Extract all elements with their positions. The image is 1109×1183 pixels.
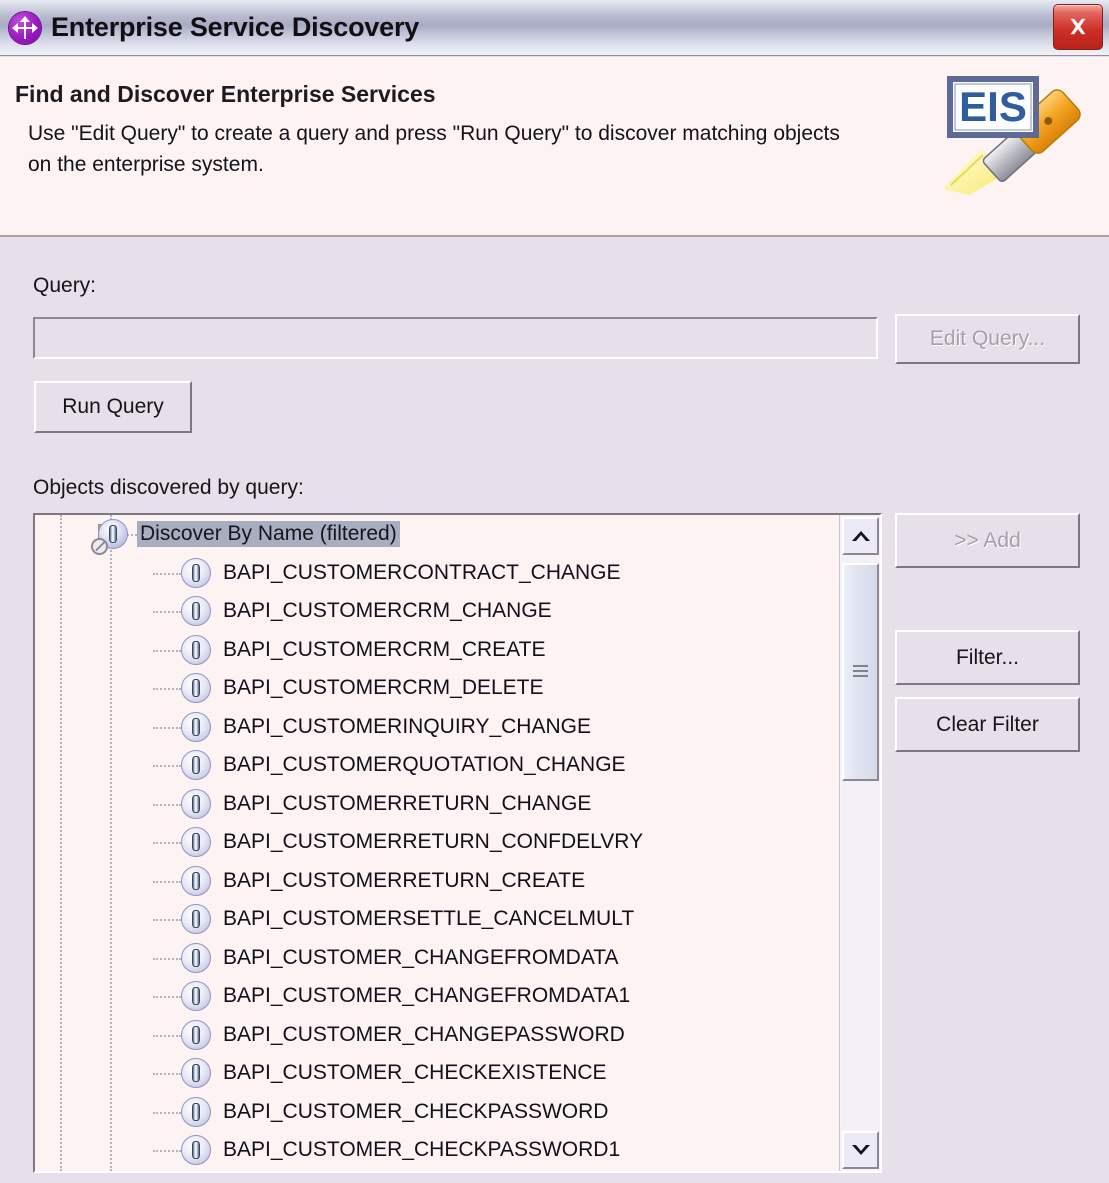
clear-filter-button[interactable]: Clear Filter — [895, 697, 1080, 752]
tree-item[interactable]: BAPI_CUSTOMERINQUIRY_CHANGE — [35, 708, 843, 747]
tree-connector — [153, 842, 181, 844]
tree-root-label: Discover By Name (filtered) — [137, 521, 400, 548]
query-label: Query: — [33, 274, 97, 297]
run-query-button[interactable]: Run Query — [34, 381, 192, 433]
tree-children: BAPI_CUSTOMERCONTRACT_CHANGE BAPI_CUSTOME… — [35, 554, 843, 1170]
service-object-icon — [181, 634, 211, 665]
tree-item-label: BAPI_CUSTOMERRETURN_CHANGE — [223, 791, 592, 815]
tree-connector — [153, 765, 181, 767]
scroll-down-button[interactable] — [842, 1131, 879, 1169]
header-title: Find and Discover Enterprise Services — [15, 81, 436, 107]
tree-item[interactable]: BAPI_CUSTOMER_CHECKPASSWORD — [35, 1093, 843, 1132]
tree-item-label: BAPI_CUSTOMERRETURN_CONFDELVRY — [223, 830, 644, 854]
service-object-icon — [181, 711, 211, 742]
tree-connector — [153, 1073, 181, 1075]
tree-item-label: BAPI_CUSTOMER_CHANGEFROMDATA — [223, 945, 619, 969]
edit-query-button[interactable]: Edit Query... — [895, 314, 1080, 364]
tree-connector — [153, 1111, 181, 1114]
tree-item-label: BAPI_CUSTOMER_CHECKPASSWORD1 — [223, 1138, 621, 1162]
query-input[interactable] — [33, 317, 878, 359]
close-button[interactable] — [1053, 4, 1103, 50]
tree-item[interactable]: BAPI_CUSTOMERCRM_CHANGE — [35, 592, 843, 631]
service-object-icon — [181, 750, 211, 781]
service-object-icon — [181, 673, 211, 704]
tree-connector — [153, 726, 181, 729]
tree-item-label: BAPI_CUSTOMERINQUIRY_CHANGE — [223, 714, 591, 738]
tree-connector — [153, 611, 181, 613]
tree-item[interactable]: BAPI_CUSTOMER_CHANGEFROMDATA — [35, 939, 843, 978]
chevron-down-icon — [851, 1145, 870, 1155]
tree-item-label: BAPI_CUSTOMERCONTRACT_CHANGE — [223, 560, 621, 584]
tree-connector — [153, 957, 181, 960]
tree-item-label: BAPI_CUSTOMERCRM_CHANGE — [223, 599, 552, 623]
tree-item[interactable]: BAPI_CUSTOMER_CHANGEPASSWORD — [35, 1016, 843, 1055]
tree-item-label: BAPI_CUSTOMER_CHANGEFROMDATA1 — [223, 984, 631, 1008]
service-object-icon — [181, 942, 211, 973]
tree-item[interactable]: BAPI_CUSTOMER_CHECKEXISTENCE — [35, 1054, 843, 1093]
tree-connector — [153, 919, 181, 921]
tree-item[interactable]: BAPI_CUSTOMERQUOTATION_CHANGE — [35, 746, 843, 785]
service-object-filtered-icon — [91, 519, 128, 556]
tree-connector — [153, 880, 181, 883]
window-titlebar: Enterprise Service Discovery — [0, 0, 1109, 56]
tree-item[interactable]: BAPI_CUSTOMERCRM_DELETE — [35, 669, 843, 708]
scroll-up-button[interactable] — [842, 517, 879, 555]
tree-connector — [153, 572, 181, 575]
discovery-node-icon — [9, 11, 41, 44]
tree-item[interactable]: BAPI_CUSTOMERSETTLE_CANCELMULT — [35, 900, 843, 939]
tree-item[interactable]: BAPI_CUSTOMER_CHANGEFROMDATA1 — [35, 977, 843, 1016]
service-object-icon — [181, 1135, 211, 1166]
tree-item[interactable]: BAPI_CUSTOMERRETURN_CONFDELVRY — [35, 823, 843, 862]
filter-button[interactable]: Filter... — [895, 630, 1080, 685]
close-icon — [1070, 18, 1086, 35]
service-object-icon — [181, 557, 211, 588]
tree-connector — [153, 1150, 181, 1152]
service-object-icon — [181, 1019, 211, 1050]
tree-root-node[interactable]: Discover By Name (filtered) — [35, 515, 843, 556]
tree-item-label: BAPI_CUSTOMERCRM_CREATE — [223, 637, 546, 661]
tree-connector — [153, 1034, 181, 1037]
service-object-icon — [181, 827, 211, 858]
dialog-header: Find and Discover Enterprise Services Us… — [0, 57, 1109, 237]
tree-item[interactable]: BAPI_CUSTOMERRETURN_CREATE — [35, 862, 843, 901]
tree-connector — [153, 996, 181, 998]
service-object-icon — [181, 1058, 211, 1089]
tree-item-label: BAPI_CUSTOMERRETURN_CREATE — [223, 868, 586, 892]
discovered-objects-tree[interactable]: Discover By Name (filtered) BAPI_CUSTOME… — [33, 513, 882, 1173]
service-object-icon — [181, 1096, 211, 1127]
tree-item-label: BAPI_CUSTOMERQUOTATION_CHANGE — [223, 753, 626, 777]
header-description: Use "Edit Query" to create a query and p… — [28, 122, 840, 176]
service-object-icon — [181, 788, 211, 819]
service-object-icon — [181, 981, 211, 1012]
tree-connector — [153, 803, 181, 806]
tree-item[interactable]: BAPI_CUSTOMERCONTRACT_CHANGE — [35, 554, 843, 593]
tree-item-label: BAPI_CUSTOMERSETTLE_CANCELMULT — [223, 907, 635, 931]
chevron-up-icon — [851, 531, 870, 541]
tree-scrollbar[interactable] — [839, 515, 880, 1171]
eis-logo-text: EIS — [959, 83, 1027, 130]
tree-item-label: BAPI_CUSTOMERCRM_DELETE — [223, 676, 544, 700]
objects-discovered-label: Objects discovered by query: — [33, 476, 304, 499]
tree-item[interactable]: BAPI_CUSTOMER_CHECKPASSWORD1 — [35, 1131, 843, 1170]
tree-item-label: BAPI_CUSTOMER_CHECKEXISTENCE — [223, 1061, 607, 1085]
tree-connector — [153, 688, 181, 690]
window-title: Enterprise Service Discovery — [51, 12, 420, 42]
service-object-icon — [181, 865, 211, 896]
enterprise-service-discovery-dialog: Enterprise Service Discovery Find and Di… — [0, 0, 1109, 1183]
eis-paintbrush-logo: EIS — [921, 63, 1101, 203]
service-object-icon — [181, 904, 211, 935]
scroll-thumb[interactable] — [842, 563, 879, 781]
tree-item[interactable]: BAPI_CUSTOMERRETURN_CHANGE — [35, 785, 843, 824]
tree-connector — [153, 649, 181, 652]
add-button[interactable]: >> Add — [895, 513, 1080, 568]
scroll-thumb-grip — [853, 665, 868, 679]
tree-item-label: BAPI_CUSTOMER_CHANGEPASSWORD — [223, 1022, 625, 1046]
service-object-icon — [181, 596, 211, 627]
tree-item[interactable]: BAPI_CUSTOMERCRM_CREATE — [35, 631, 843, 670]
tree-item-label: BAPI_CUSTOMER_CHECKPASSWORD — [223, 1099, 609, 1123]
tree-content: Discover By Name (filtered) BAPI_CUSTOME… — [35, 515, 843, 1171]
